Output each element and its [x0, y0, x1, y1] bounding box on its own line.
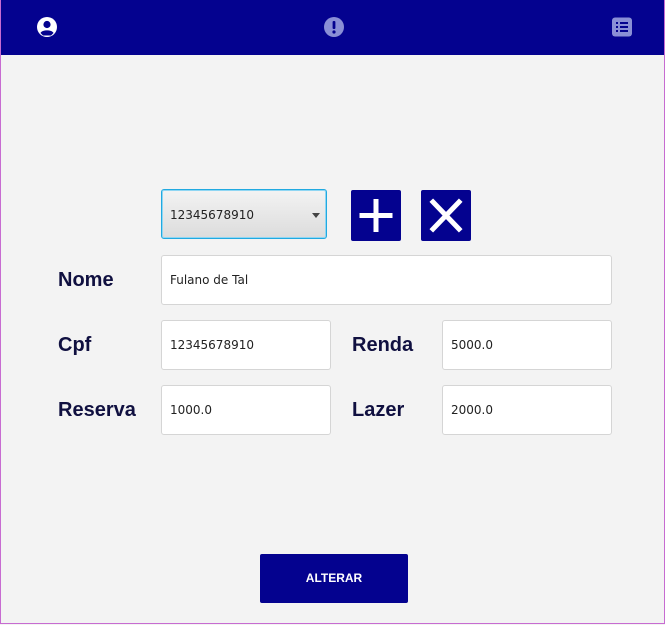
lazer-field[interactable]	[451, 386, 603, 434]
alert-circle-icon[interactable]	[323, 16, 345, 38]
remove-button[interactable]	[421, 190, 471, 241]
reserva-label: Reserva	[58, 399, 136, 421]
renda-field[interactable]	[451, 321, 603, 369]
nome-field[interactable]	[170, 256, 603, 304]
chevron-down-icon	[312, 213, 320, 218]
nome-field-box	[161, 255, 612, 305]
renda-label: Renda	[352, 334, 414, 356]
cpf-label: Cpf	[58, 334, 92, 356]
lazer-field-box	[442, 385, 612, 435]
window-border	[0, 0, 665, 624]
account-select-value: 12345678910	[170, 208, 254, 222]
cpf-field-box	[161, 320, 331, 370]
cpf-field[interactable]	[170, 321, 322, 369]
close-icon	[429, 198, 463, 233]
add-button[interactable]	[351, 190, 401, 241]
plus-icon	[359, 199, 393, 232]
renda-field-box	[442, 320, 612, 370]
top-navigation-bar	[0, 0, 665, 55]
alterar-button[interactable]: ALTERAR	[260, 554, 408, 603]
lazer-label: Lazer	[352, 399, 405, 421]
user-circle-icon[interactable]	[36, 16, 58, 38]
nome-label: Nome	[58, 269, 114, 291]
list-icon[interactable]	[611, 16, 633, 38]
reserva-field[interactable]	[170, 386, 322, 434]
account-select[interactable]: 12345678910	[161, 189, 327, 239]
reserva-field-box	[161, 385, 331, 435]
